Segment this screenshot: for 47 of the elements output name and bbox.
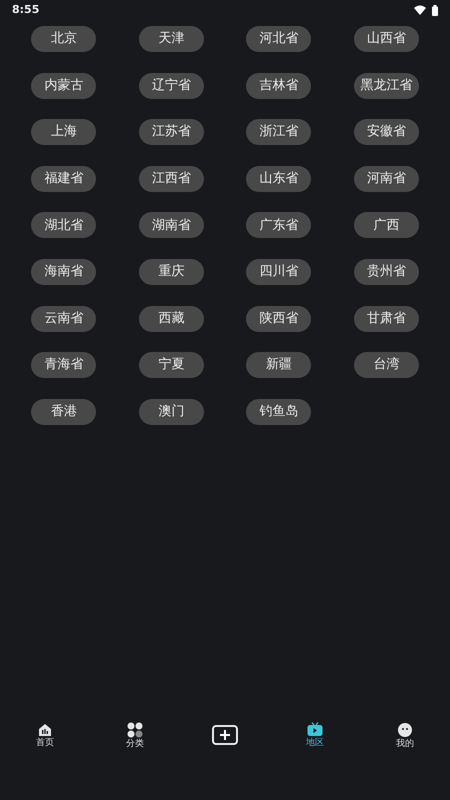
region-chip[interactable]: 钓鱼岛 — [246, 398, 312, 425]
nav-tab[interactable]: 地区 — [270, 710, 360, 760]
region-chip[interactable]: 重庆 — [138, 258, 204, 285]
region-chip[interactable]: 云南省 — [31, 306, 96, 332]
region-chip[interactable]: 陕西省 — [246, 306, 312, 332]
battery-icon — [432, 4, 438, 16]
region-chip[interactable]: 广西 — [354, 212, 419, 238]
region-chip[interactable]: 上海 — [31, 119, 96, 146]
region-chip[interactable]: 吉林省 — [246, 72, 312, 99]
region-chip[interactable]: 海南省 — [31, 258, 96, 285]
tv-icon — [307, 722, 323, 737]
region-chip[interactable]: 台湾 — [354, 352, 419, 378]
region-chip[interactable]: 福建省 — [31, 166, 96, 192]
region-chip[interactable]: 辽宁省 — [138, 72, 204, 99]
region-chip[interactable]: 湖北省 — [31, 212, 96, 238]
region-chip[interactable]: 西藏 — [138, 306, 204, 332]
region-chip[interactable]: 河南省 — [354, 166, 419, 192]
region-chip[interactable]: 青海省 — [31, 352, 96, 378]
region-chip[interactable]: 江西省 — [138, 166, 204, 192]
region-chip[interactable]: 北京 — [31, 26, 96, 52]
chat-face-icon — [397, 722, 413, 738]
region-chip[interactable]: 山西省 — [354, 26, 419, 52]
region-chip[interactable]: 新疆 — [246, 352, 312, 378]
region-chip[interactable]: 四川省 — [246, 258, 312, 285]
region-chip[interactable]: 贵州省 — [354, 258, 419, 285]
wifi-icon — [414, 5, 426, 15]
region-chip[interactable]: 安徽省 — [354, 119, 419, 146]
region-chip[interactable]: 河北省 — [246, 26, 312, 52]
add-icon — [212, 725, 238, 745]
region-chip[interactable]: 内蒙古 — [31, 72, 96, 99]
region-chip[interactable]: 宁夏 — [138, 352, 204, 378]
region-chip[interactable]: 浙江省 — [246, 119, 312, 146]
region-chip[interactable]: 甘肃省 — [354, 306, 419, 332]
region-chip[interactable]: 澳门 — [138, 398, 204, 425]
region-chip[interactable]: 天津 — [138, 26, 204, 52]
region-chip[interactable]: 黑龙江省 — [354, 72, 419, 99]
status-time: 8:55 — [12, 2, 40, 18]
region-chip[interactable]: 山东省 — [246, 166, 312, 192]
category-icon — [127, 722, 143, 738]
region-chip[interactable]: 香港 — [31, 398, 96, 425]
region-chip[interactable]: 湖南省 — [138, 212, 204, 238]
region-chip[interactable]: 江苏省 — [138, 119, 204, 146]
home-icon — [37, 722, 53, 736]
nav-tab[interactable]: 我的 — [360, 710, 450, 760]
region-chip[interactable]: 广东省 — [246, 212, 312, 238]
nav-tab[interactable]: 分类 — [90, 710, 180, 760]
nav-tab[interactable]: 首页 — [0, 710, 90, 760]
